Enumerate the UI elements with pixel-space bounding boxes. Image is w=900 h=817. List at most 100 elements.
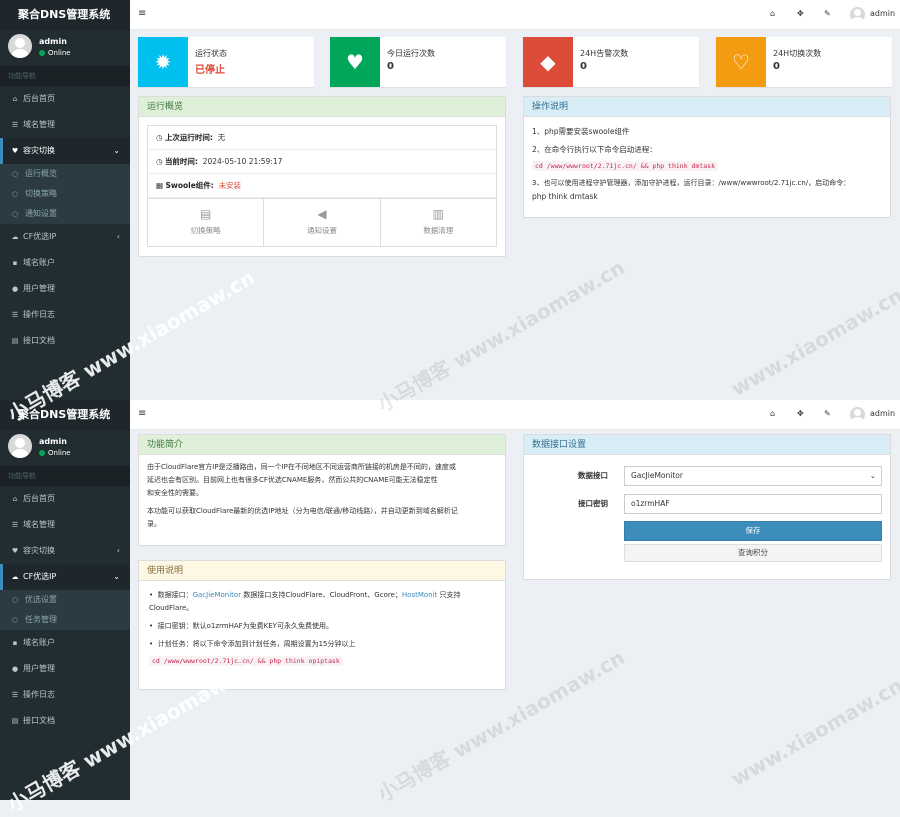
chevron-down-icon: ⌄ [869, 471, 876, 480]
sidebar-item-cf-ip[interactable]: ☁ CF优选IP ⌄ [0, 564, 130, 590]
key-row: 接口密钥 o1zrmHAF [524, 494, 892, 514]
chevron-down-icon: ⌄ [113, 572, 120, 581]
online-dot-icon [39, 450, 45, 456]
menu-icon[interactable]: ≡ [138, 408, 146, 419]
user-icon: ● [11, 285, 19, 293]
gacjiemonitor-link[interactable]: GacJieMonitor [193, 591, 242, 599]
overview-table: ◷ 上次运行时间: 无 ◷ 当前时间: 2024-05-10 21:59:17 … [147, 125, 497, 247]
query-points-button[interactable]: 查询积分 [624, 544, 882, 562]
topbar-user[interactable]: admin [870, 9, 895, 18]
online-dot-icon [39, 50, 45, 56]
topbar-avatar[interactable] [850, 407, 865, 422]
cf-ip-submenu: ○ 优选设置 ○ 任务管理 [0, 590, 130, 630]
sidebar-item-logs[interactable]: ☰ 操作日志 [0, 682, 130, 708]
chevron-down-icon: ⌄ [113, 146, 120, 155]
sidebar-item-home[interactable]: ⌂ 后台首页 [0, 486, 130, 512]
api-key-input[interactable]: o1zrmHAF [624, 494, 882, 514]
trash-icon: ▥ [432, 207, 444, 221]
action-notify[interactable]: ◀ 通知设置 [264, 199, 381, 247]
sidebar-item-accounts[interactable]: ▪ 域名账户 [0, 250, 130, 276]
home-icon: ⌂ [12, 95, 18, 103]
doc-icon: ▤ [11, 337, 19, 345]
api-select[interactable]: GacJieMonitor ⌄ [624, 466, 882, 486]
cloud-icon: ☁ [11, 573, 19, 581]
doc-icon: ▤ [11, 717, 19, 725]
menu-icon[interactable]: ≡ [138, 8, 146, 19]
action-cleanup[interactable]: ▥ 数据清理 [381, 199, 496, 247]
wrench-icon[interactable]: ✎ [824, 409, 831, 418]
circle-icon: ○ [12, 190, 19, 198]
api-settings-panel: 数据接口设置 数据接口 GacJieMonitor ⌄ 接口密钥 o1zrmHAF… [523, 434, 891, 580]
current-time-row: ◷ 当前时间: 2024-05-10 21:59:17 [148, 150, 496, 174]
chevron-left-icon: ‹ [116, 232, 120, 241]
sidebar-item-failover[interactable]: ♥ 容灾切换 ‹ [0, 538, 130, 564]
sidebar-subitem-notify[interactable]: ○ 通知设置 [0, 204, 130, 224]
bullhorn-icon: ◀ [317, 207, 327, 221]
sidebar-item-cf-ip[interactable]: ☁ CF优选IP ‹ [0, 224, 130, 250]
sidebar-item-home[interactable]: ⌂ 后台首页 [0, 86, 130, 112]
sidebar-subitem-overview[interactable]: ○ 运行概览 [0, 164, 130, 184]
overview-actions: ▤ 切换策略 ◀ 通知设置 ▥ 数据清理 [148, 198, 496, 247]
last-run-row: ◷ 上次运行时间: 无 [148, 126, 496, 150]
swoole-row: ▦ Swoole组件: 未安装 [148, 174, 496, 198]
usage-item-api: • 数据接口：GacJieMonitor 数据接口支持CloudFlare、Cl… [149, 591, 461, 599]
user-name: admin [39, 37, 67, 46]
avatar [8, 434, 32, 458]
list-icon: ☰ [11, 121, 19, 129]
wrench-icon[interactable]: ✎ [824, 9, 831, 18]
save-button[interactable]: 保存 [624, 521, 882, 541]
grid-icon: ▦ [156, 181, 164, 190]
home-icon: ⌂ [12, 495, 18, 503]
api-settings-panel-title: 数据接口设置 [524, 435, 890, 455]
usage-item-key: • 接口密钥：默认o1zrmHAF为免费KEY可永久免费使用。 [149, 622, 333, 630]
sidebar-item-accounts[interactable]: ▪ 域名账户 [0, 630, 130, 656]
instructions-body: 1、php需要安装swoole组件 2、在命令行执行以下命令启动进程： cd /… [532, 127, 851, 201]
topbar-avatar[interactable] [850, 7, 865, 22]
user-panel: admin Online [0, 430, 130, 466]
home-icon[interactable]: ⌂ [770, 409, 775, 418]
user-icon: ● [11, 665, 19, 673]
intro-body: 由于CloudFlare官方IP是泛播路由，同一个IP在不同地区不同运营商所链接… [147, 463, 458, 528]
clock-icon: ◷ [156, 133, 163, 142]
heart-icon: ♡ [716, 37, 766, 87]
overview-panel-title: 运行概览 [139, 97, 505, 117]
nav-header: 功能导航 [0, 466, 130, 486]
heart-icon: ♥ [330, 37, 380, 87]
chevron-left-icon: ‹ [116, 546, 120, 555]
api-row: 数据接口 GacJieMonitor ⌄ [524, 466, 892, 486]
sidebar-item-domains[interactable]: ☰ 域名管理 [0, 512, 130, 538]
failover-submenu: ○ 运行概览 ○ 切换策略 ○ 通知设置 [0, 164, 130, 224]
instructions-panel: 操作说明 1、php需要安装swoole组件 2、在命令行执行以下命令启动进程：… [523, 96, 891, 218]
usage-item-cron: • 计划任务：将以下命令添加到计划任务，周期设置为15分钟以上 [149, 640, 356, 648]
expand-icon[interactable]: ✥ [797, 9, 804, 18]
expand-icon[interactable]: ✥ [797, 409, 804, 418]
sidebar-subitem-ip-settings[interactable]: ○ 优选设置 [0, 590, 130, 610]
app-logo[interactable]: 聚合DNS管理系统 [0, 0, 130, 30]
user-name: admin [39, 437, 67, 446]
sidebar-item-users[interactable]: ● 用户管理 [0, 276, 130, 302]
sidebar-item-failover[interactable]: ♥ 容灾切换 ⌄ [0, 138, 130, 164]
user-panel: admin Online [0, 30, 130, 66]
intro-panel-title: 功能简介 [139, 435, 505, 455]
list-icon: ☰ [11, 521, 19, 529]
info-box-switches: ♡ 24H切换次数 0 [716, 37, 892, 87]
action-strategy[interactable]: ▤ 切换策略 [148, 199, 265, 247]
sidebar-item-logs[interactable]: ☰ 操作日志 [0, 302, 130, 328]
heart-icon: ♥ [11, 147, 19, 155]
home-icon[interactable]: ⌂ [770, 9, 775, 18]
circle-icon: ○ [12, 210, 19, 218]
instructions-panel-title: 操作说明 [524, 97, 890, 117]
hostmonit-link[interactable]: HostMonit [402, 591, 437, 599]
nav-header: 功能导航 [0, 66, 130, 86]
avatar [8, 34, 32, 58]
sidebar-item-users[interactable]: ● 用户管理 [0, 656, 130, 682]
topbar-user[interactable]: admin [870, 409, 895, 418]
sidebar-subitem-tasks[interactable]: ○ 任务管理 [0, 610, 130, 630]
command-code: cd /www/wwwroot/2.71jc.cn/ && php think … [532, 161, 719, 171]
lock-icon: ▪ [12, 639, 18, 647]
list-icon: ▤ [199, 207, 212, 221]
topbar: ≡ ⌂ ✥ ✎ admin [130, 400, 900, 430]
clock-icon: ◷ [156, 157, 163, 166]
sidebar-subitem-strategy[interactable]: ○ 切换策略 [0, 184, 130, 204]
sidebar-item-domains[interactable]: ☰ 域名管理 [0, 112, 130, 138]
